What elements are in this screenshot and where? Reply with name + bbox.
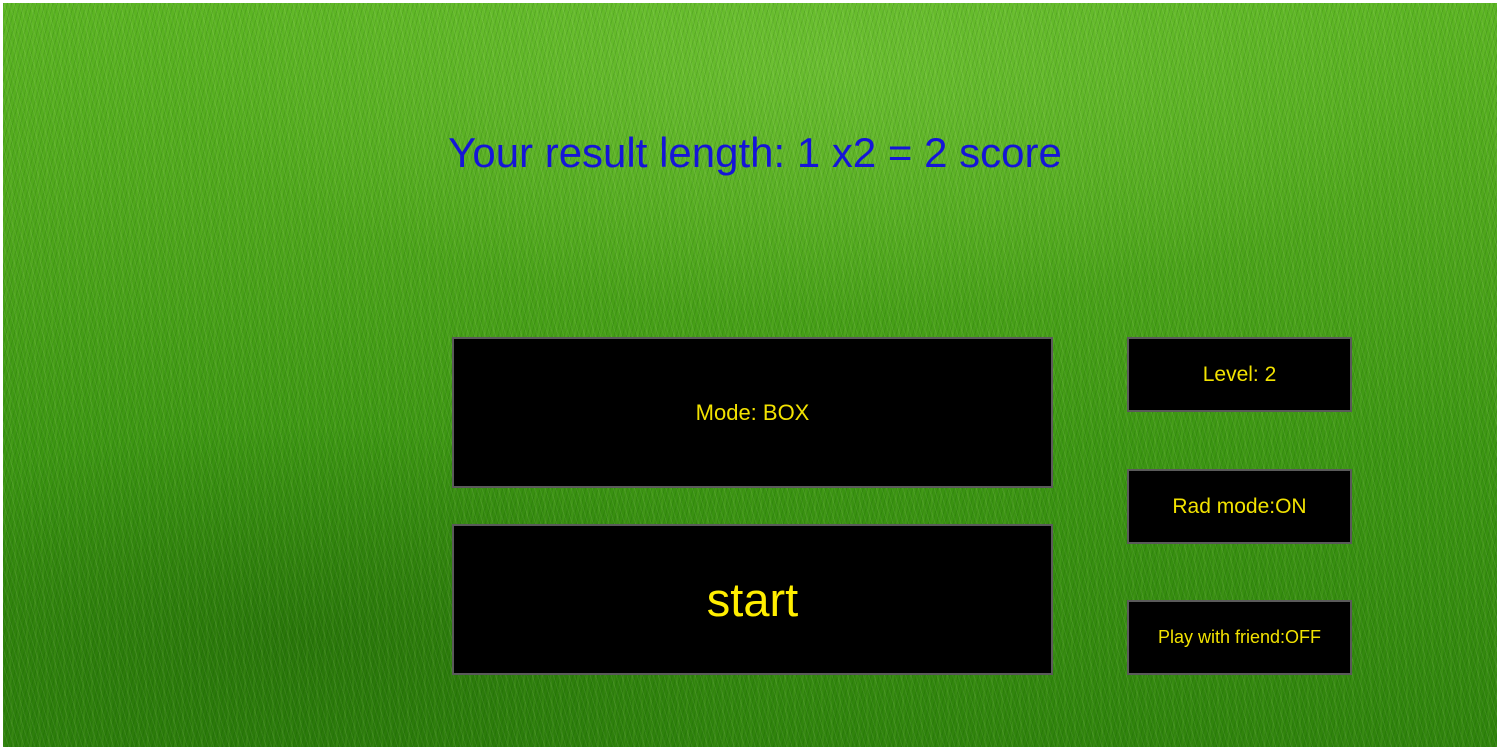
level-button[interactable]: Level: 2 (1127, 337, 1352, 412)
result-score-text: Your result length: 1 x2 = 2 score (448, 129, 1062, 176)
start-button[interactable]: start (452, 524, 1053, 675)
play-with-friend-toggle[interactable]: Play with friend:OFF (1127, 600, 1352, 675)
mode-button-label: Mode: BOX (695, 399, 810, 425)
mode-button[interactable]: Mode: BOX (452, 337, 1053, 488)
rad-mode-toggle[interactable]: Rad mode:ON (1127, 469, 1352, 544)
play-with-friend-label: Play with friend:OFF (1157, 627, 1322, 647)
grass-background: Your result length: 1 x2 = 2 score Mode:… (3, 3, 1497, 747)
rad-mode-label: Rad mode:ON (1172, 494, 1307, 518)
start-button-label: start (706, 573, 799, 626)
level-button-label: Level: 2 (1202, 362, 1277, 386)
